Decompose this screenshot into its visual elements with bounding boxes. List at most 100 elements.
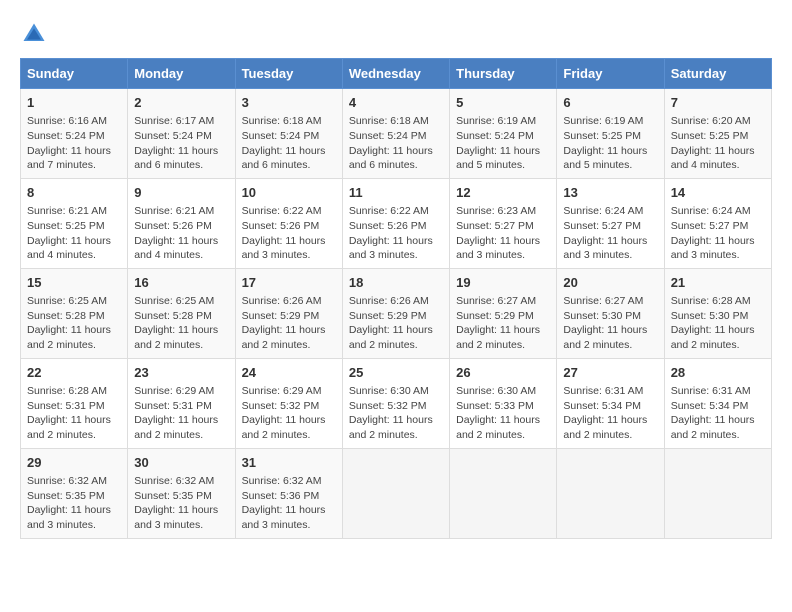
day-info: Sunrise: 6:22 AM Sunset: 5:26 PM Dayligh… xyxy=(349,204,443,263)
day-info: Sunrise: 6:19 AM Sunset: 5:25 PM Dayligh… xyxy=(563,114,657,173)
calendar-cell: 10 Sunrise: 6:22 AM Sunset: 5:26 PM Dayli… xyxy=(235,178,342,268)
day-number: 29 xyxy=(27,454,121,472)
calendar-cell: 15 Sunrise: 6:25 AM Sunset: 5:28 PM Dayli… xyxy=(21,268,128,358)
calendar-week-2: 8 Sunrise: 6:21 AM Sunset: 5:25 PM Daylig… xyxy=(21,178,772,268)
day-info: Sunrise: 6:27 AM Sunset: 5:29 PM Dayligh… xyxy=(456,294,550,353)
day-number: 11 xyxy=(349,184,443,202)
calendar-cell: 29 Sunrise: 6:32 AM Sunset: 5:35 PM Dayli… xyxy=(21,448,128,538)
calendar-cell xyxy=(557,448,664,538)
day-number: 17 xyxy=(242,274,336,292)
day-info: Sunrise: 6:24 AM Sunset: 5:27 PM Dayligh… xyxy=(671,204,765,263)
day-info: Sunrise: 6:29 AM Sunset: 5:31 PM Dayligh… xyxy=(134,384,228,443)
day-info: Sunrise: 6:25 AM Sunset: 5:28 PM Dayligh… xyxy=(27,294,121,353)
day-info: Sunrise: 6:32 AM Sunset: 5:36 PM Dayligh… xyxy=(242,474,336,533)
day-info: Sunrise: 6:18 AM Sunset: 5:24 PM Dayligh… xyxy=(349,114,443,173)
day-info: Sunrise: 6:30 AM Sunset: 5:32 PM Dayligh… xyxy=(349,384,443,443)
calendar-cell: 1 Sunrise: 6:16 AM Sunset: 5:24 PM Daylig… xyxy=(21,89,128,179)
day-number: 21 xyxy=(671,274,765,292)
day-number: 7 xyxy=(671,94,765,112)
calendar-header: SundayMondayTuesdayWednesdayThursdayFrid… xyxy=(21,59,772,89)
day-number: 24 xyxy=(242,364,336,382)
day-info: Sunrise: 6:24 AM Sunset: 5:27 PM Dayligh… xyxy=(563,204,657,263)
calendar-week-1: 1 Sunrise: 6:16 AM Sunset: 5:24 PM Daylig… xyxy=(21,89,772,179)
day-number: 10 xyxy=(242,184,336,202)
calendar-cell: 5 Sunrise: 6:19 AM Sunset: 5:24 PM Daylig… xyxy=(450,89,557,179)
calendar-body: 1 Sunrise: 6:16 AM Sunset: 5:24 PM Daylig… xyxy=(21,89,772,539)
day-info: Sunrise: 6:25 AM Sunset: 5:28 PM Dayligh… xyxy=(134,294,228,353)
weekday-header-friday: Friday xyxy=(557,59,664,89)
calendar-cell: 12 Sunrise: 6:23 AM Sunset: 5:27 PM Dayli… xyxy=(450,178,557,268)
day-number: 15 xyxy=(27,274,121,292)
calendar-cell: 3 Sunrise: 6:18 AM Sunset: 5:24 PM Daylig… xyxy=(235,89,342,179)
day-number: 1 xyxy=(27,94,121,112)
day-info: Sunrise: 6:31 AM Sunset: 5:34 PM Dayligh… xyxy=(671,384,765,443)
day-info: Sunrise: 6:21 AM Sunset: 5:25 PM Dayligh… xyxy=(27,204,121,263)
calendar-cell xyxy=(664,448,771,538)
day-info: Sunrise: 6:26 AM Sunset: 5:29 PM Dayligh… xyxy=(242,294,336,353)
day-info: Sunrise: 6:32 AM Sunset: 5:35 PM Dayligh… xyxy=(134,474,228,533)
day-number: 23 xyxy=(134,364,228,382)
calendar-cell: 8 Sunrise: 6:21 AM Sunset: 5:25 PM Daylig… xyxy=(21,178,128,268)
day-number: 13 xyxy=(563,184,657,202)
day-number: 14 xyxy=(671,184,765,202)
day-info: Sunrise: 6:29 AM Sunset: 5:32 PM Dayligh… xyxy=(242,384,336,443)
page-header xyxy=(20,20,772,48)
calendar-cell: 11 Sunrise: 6:22 AM Sunset: 5:26 PM Dayli… xyxy=(342,178,449,268)
day-info: Sunrise: 6:32 AM Sunset: 5:35 PM Dayligh… xyxy=(27,474,121,533)
day-info: Sunrise: 6:28 AM Sunset: 5:31 PM Dayligh… xyxy=(27,384,121,443)
day-info: Sunrise: 6:20 AM Sunset: 5:25 PM Dayligh… xyxy=(671,114,765,173)
calendar-cell: 26Sunrise: 6:30 AM Sunset: 5:33 PM Dayli… xyxy=(450,358,557,448)
calendar-cell: 28Sunrise: 6:31 AM Sunset: 5:34 PM Dayli… xyxy=(664,358,771,448)
calendar-cell: 16Sunrise: 6:25 AM Sunset: 5:28 PM Dayli… xyxy=(128,268,235,358)
day-info: Sunrise: 6:21 AM Sunset: 5:26 PM Dayligh… xyxy=(134,204,228,263)
day-info: Sunrise: 6:17 AM Sunset: 5:24 PM Dayligh… xyxy=(134,114,228,173)
calendar-cell: 25Sunrise: 6:30 AM Sunset: 5:32 PM Dayli… xyxy=(342,358,449,448)
calendar-cell: 13 Sunrise: 6:24 AM Sunset: 5:27 PM Dayli… xyxy=(557,178,664,268)
calendar-cell: 6 Sunrise: 6:19 AM Sunset: 5:25 PM Daylig… xyxy=(557,89,664,179)
calendar-cell: 22Sunrise: 6:28 AM Sunset: 5:31 PM Dayli… xyxy=(21,358,128,448)
day-number: 5 xyxy=(456,94,550,112)
day-number: 19 xyxy=(456,274,550,292)
day-info: Sunrise: 6:16 AM Sunset: 5:24 PM Dayligh… xyxy=(27,114,121,173)
day-info: Sunrise: 6:18 AM Sunset: 5:24 PM Dayligh… xyxy=(242,114,336,173)
logo xyxy=(20,20,52,48)
day-number: 20 xyxy=(563,274,657,292)
calendar-week-4: 22Sunrise: 6:28 AM Sunset: 5:31 PM Dayli… xyxy=(21,358,772,448)
calendar-cell: 31 Sunrise: 6:32 AM Sunset: 5:36 PM Dayli… xyxy=(235,448,342,538)
weekday-header-saturday: Saturday xyxy=(664,59,771,89)
calendar-cell: 14 Sunrise: 6:24 AM Sunset: 5:27 PM Dayli… xyxy=(664,178,771,268)
calendar-cell: 7 Sunrise: 6:20 AM Sunset: 5:25 PM Daylig… xyxy=(664,89,771,179)
day-number: 9 xyxy=(134,184,228,202)
weekday-row: SundayMondayTuesdayWednesdayThursdayFrid… xyxy=(21,59,772,89)
day-number: 6 xyxy=(563,94,657,112)
day-info: Sunrise: 6:28 AM Sunset: 5:30 PM Dayligh… xyxy=(671,294,765,353)
weekday-header-thursday: Thursday xyxy=(450,59,557,89)
calendar-week-3: 15 Sunrise: 6:25 AM Sunset: 5:28 PM Dayli… xyxy=(21,268,772,358)
day-number: 8 xyxy=(27,184,121,202)
day-info: Sunrise: 6:30 AM Sunset: 5:33 PM Dayligh… xyxy=(456,384,550,443)
day-info: Sunrise: 6:22 AM Sunset: 5:26 PM Dayligh… xyxy=(242,204,336,263)
calendar-cell: 2 Sunrise: 6:17 AM Sunset: 5:24 PM Daylig… xyxy=(128,89,235,179)
day-number: 12 xyxy=(456,184,550,202)
calendar-cell: 9 Sunrise: 6:21 AM Sunset: 5:26 PM Daylig… xyxy=(128,178,235,268)
calendar-cell: 21 Sunrise: 6:28 AM Sunset: 5:30 PM Dayli… xyxy=(664,268,771,358)
weekday-header-tuesday: Tuesday xyxy=(235,59,342,89)
calendar-week-5: 29 Sunrise: 6:32 AM Sunset: 5:35 PM Dayli… xyxy=(21,448,772,538)
day-info: Sunrise: 6:26 AM Sunset: 5:29 PM Dayligh… xyxy=(349,294,443,353)
calendar-cell: 18 Sunrise: 6:26 AM Sunset: 5:29 PM Dayli… xyxy=(342,268,449,358)
day-info: Sunrise: 6:19 AM Sunset: 5:24 PM Dayligh… xyxy=(456,114,550,173)
calendar-cell: 17 Sunrise: 6:26 AM Sunset: 5:29 PM Dayli… xyxy=(235,268,342,358)
weekday-header-wednesday: Wednesday xyxy=(342,59,449,89)
day-number: 18 xyxy=(349,274,443,292)
day-info: Sunrise: 6:23 AM Sunset: 5:27 PM Dayligh… xyxy=(456,204,550,263)
calendar-cell xyxy=(342,448,449,538)
calendar-table: SundayMondayTuesdayWednesdayThursdayFrid… xyxy=(20,58,772,539)
calendar-cell: 20Sunrise: 6:27 AM Sunset: 5:30 PM Dayli… xyxy=(557,268,664,358)
day-number: 31 xyxy=(242,454,336,472)
day-number: 2 xyxy=(134,94,228,112)
weekday-header-sunday: Sunday xyxy=(21,59,128,89)
calendar-cell: 30Sunrise: 6:32 AM Sunset: 5:35 PM Dayli… xyxy=(128,448,235,538)
day-number: 3 xyxy=(242,94,336,112)
logo-icon xyxy=(20,20,48,48)
day-number: 27 xyxy=(563,364,657,382)
